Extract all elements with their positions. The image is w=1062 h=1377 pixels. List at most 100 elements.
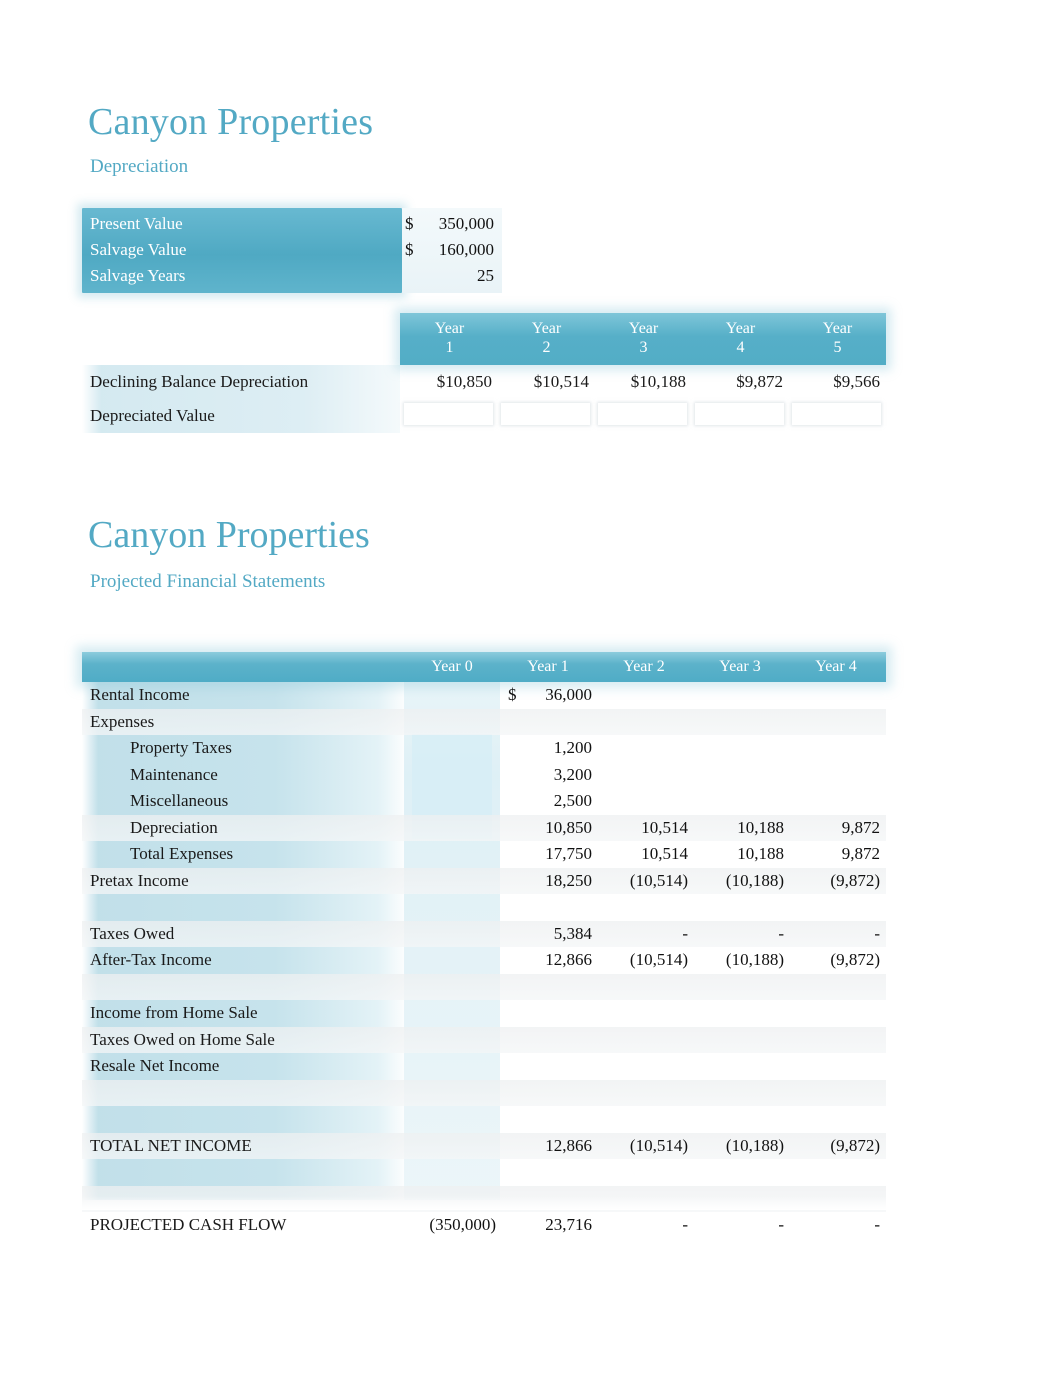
depreciation-table-header: Year 1 Year 2 Year 3 Year 4 Year 5 [400,313,886,365]
input-value[interactable]: 350,000 [82,211,494,237]
table-row: Taxes Owed 5,384 - - - [82,920,886,947]
row-label: Property Taxes [130,738,232,757]
column-header-line1: Year [628,320,659,337]
table-cell: 9,872 [841,844,880,863]
table-cell: - [682,923,688,943]
input-row[interactable]: Present Value $350,000 [82,211,502,237]
table-row: TOTAL NET INCOME 12,866 (10,514) (10,188) (9… [82,1132,886,1159]
empty-cell[interactable] [404,403,493,425]
financial-column-header: Year 2 [623,658,665,675]
row-label: Miscellaneous [130,791,229,810]
row-label: Resale Net Income [90,1056,220,1075]
depreciation-column-header: Year 5 [789,313,886,365]
table-cell: 10,188 [737,817,784,837]
empty-cell[interactable] [501,403,590,425]
financial-column-header: Year 1 [527,658,569,675]
table-row: Taxes Owed on Home Sale [82,1026,886,1053]
input-row[interactable]: Salvage Years 25 [82,263,502,289]
empty-cell[interactable] [695,403,784,425]
depreciation-column-header: Year 4 [692,313,789,365]
empty-cell[interactable] [792,403,881,425]
table-cell: - [778,1215,784,1234]
column-header-line2: 2 [542,339,551,356]
row-label: Depreciated Value [90,406,215,425]
table-cell: (9,872) [830,950,880,969]
financial-column-header: Year 4 [815,658,857,675]
table-cell: (350,000) [429,1215,496,1234]
row-label: PROJECTED CASH FLOW [90,1215,287,1234]
table-cell: 10,188 [737,844,784,863]
depreciation-column-header: Year 2 [498,313,595,365]
financial-statements-table: Year 0 Year 1 Year 2 Year 3 Year 4 Rental In… [82,652,886,1234]
table-cell: 18,250 [545,870,592,890]
table-cell: 17,750 [545,844,592,863]
table-cell: 12,866 [545,1135,592,1155]
table-cell: - [778,923,784,943]
table-row: Property Taxes 1,200 [82,735,886,762]
column-header-line2: 3 [639,339,648,356]
page-subtitle-financials: Projected Financial Statements [90,571,326,592]
depreciated-value-empty-cells [400,399,886,433]
table-cell: $10,850 [436,372,492,391]
table-cell: $9,872 [736,372,783,391]
table-row: Declining Balance Depreciation $10,850 $10… [82,365,886,399]
depreciation-column-header: Year 1 [401,313,498,365]
depreciation-inputs-panel: Present Value $350,000 Salvage Value $160,0… [82,208,502,293]
table-row: Pretax Income 18,250 (10,514) (10,188) (9,87… [82,867,886,894]
table-cell: $10,514 [533,372,589,391]
table-row: Total Expenses 17,750 10,514 10,188 9,872 [82,841,886,868]
column-header-line2: 1 [445,339,454,356]
column-header-line1: Year [531,320,562,337]
table-row [82,1079,886,1106]
table-row: Depreciation 10,850 10,514 10,188 9,872 [82,814,886,841]
table-row: Maintenance 3,200 [82,762,886,789]
column-header-line2: 5 [833,339,842,356]
input-value[interactable]: 160,000 [82,237,494,263]
table-row [82,973,886,1000]
table-row [82,894,886,921]
financial-column-header: Year 3 [719,658,761,675]
table-row: PROJECTED CASH FLOW (350,000) 23,716 - - - [82,1212,886,1239]
table-row [82,1106,886,1133]
page-title-financials: Canyon Properties [88,514,370,556]
table-cell: (10,188) [725,870,784,890]
table-row: After-Tax Income 12,866 (10,514) (10,188) (9… [82,947,886,974]
table-cell: (10,514) [629,870,688,890]
row-label: Total Expenses [130,844,234,863]
table-cell: $10,188 [630,372,686,391]
page-subtitle-depreciation: Depreciation [90,156,189,177]
table-cell: 10,514 [641,817,688,837]
table-bottom-fade [82,1196,886,1210]
table-cell: - [874,1215,880,1234]
empty-cell[interactable] [598,403,687,425]
table-cell: - [682,1215,688,1234]
row-label: Taxes Owed on Home Sale [90,1029,275,1049]
table-cell: (10,188) [725,1135,784,1155]
table-cell: 10,514 [641,844,688,863]
table-cell: 3,200 [553,764,592,784]
table-row: Expenses [82,708,886,735]
table-cell: (10,188) [725,950,784,969]
row-label: Pretax Income [90,870,189,890]
row-label: Income from Home Sale [90,1003,258,1022]
row-label: After-Tax Income [90,950,212,969]
table-cell: 36,000 [545,685,592,704]
column-header-line1: Year [434,320,465,337]
row-label: Expenses [90,711,155,731]
row-label: Depreciation [130,817,218,837]
column-header-line1: Year [725,320,756,337]
table-cell: (10,514) [629,950,688,969]
row-label: Declining Balance Depreciation [90,372,309,391]
depreciation-column-header: Year 3 [595,313,692,365]
spreadsheet-page: Canyon Properties Depreciation Present V… [0,0,1062,1377]
input-value[interactable]: 25 [82,263,494,289]
input-row[interactable]: Salvage Value $160,000 [82,237,502,263]
table-cell: 12,866 [545,950,592,969]
column-header-line2: 4 [736,339,745,356]
row-label: TOTAL NET INCOME [90,1135,252,1155]
row-label: Maintenance [130,764,218,784]
table-cell: (9,872) [830,870,880,890]
table-cell: - [874,923,880,943]
table-row: Income from Home Sale [82,1000,886,1027]
table-cell: 2,500 [553,791,592,810]
